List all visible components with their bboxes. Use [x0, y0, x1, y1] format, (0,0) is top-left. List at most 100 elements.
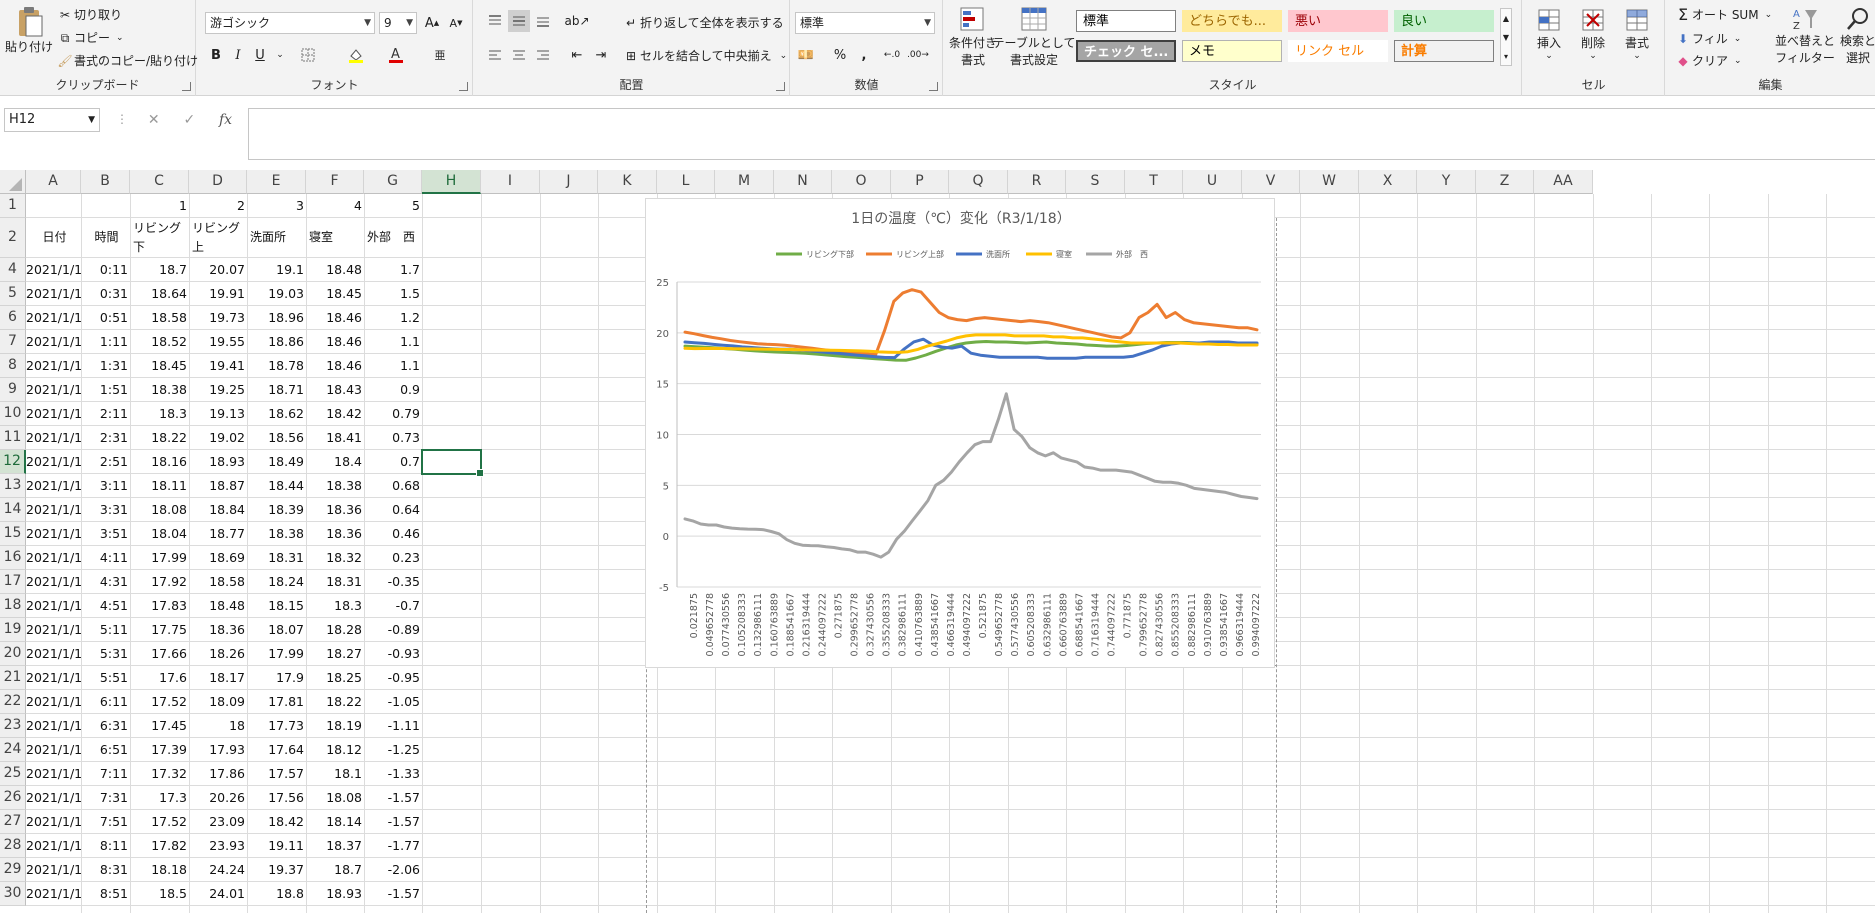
- cell-A23[interactable]: 2021/1/18: [26, 714, 81, 738]
- align-middle-icon[interactable]: [508, 10, 530, 32]
- column-header-T[interactable]: T: [1125, 170, 1183, 194]
- cell-A30[interactable]: 2021/1/18: [26, 882, 81, 906]
- cell-C25[interactable]: 17.32: [130, 762, 189, 786]
- cell-C27[interactable]: 17.52: [130, 810, 189, 834]
- cell-C22[interactable]: 17.52: [130, 690, 189, 714]
- cell-A11[interactable]: 2021/1/18: [26, 426, 81, 450]
- cell-E19[interactable]: 18.07: [247, 618, 306, 642]
- style-note[interactable]: メモ: [1182, 40, 1282, 62]
- cell-E27[interactable]: 18.42: [247, 810, 306, 834]
- column-header-M[interactable]: M: [715, 170, 774, 194]
- cell-E10[interactable]: 18.62: [247, 402, 306, 426]
- chevron-up-icon[interactable]: ▲: [1501, 9, 1511, 28]
- cell-D13[interactable]: 18.87: [189, 474, 247, 498]
- name-box[interactable]: H12 ▼: [4, 108, 100, 132]
- cell-F20[interactable]: 18.27: [306, 642, 364, 666]
- active-cell[interactable]: [421, 449, 484, 477]
- cell-E14[interactable]: 18.39: [247, 498, 306, 522]
- row-header-10[interactable]: 10: [0, 402, 26, 426]
- dialog-launcher-icon[interactable]: [182, 82, 191, 91]
- cell-E1[interactable]: 3: [247, 194, 306, 218]
- cell-E16[interactable]: 18.31: [247, 546, 306, 570]
- cell-C18[interactable]: 17.83: [130, 594, 189, 618]
- cell-B8[interactable]: 1:31: [81, 354, 130, 378]
- row-header-27[interactable]: 27: [0, 810, 26, 834]
- cell-A26[interactable]: 2021/1/18: [26, 786, 81, 810]
- cell-C23[interactable]: 17.45: [130, 714, 189, 738]
- column-header-J[interactable]: J: [540, 170, 598, 194]
- cell-A16[interactable]: 2021/1/18: [26, 546, 81, 570]
- cell-G27[interactable]: -1.57: [364, 810, 422, 834]
- column-header-H[interactable]: H: [422, 170, 481, 194]
- cell-D15[interactable]: 18.77: [189, 522, 247, 546]
- cell-E29[interactable]: 19.37: [247, 858, 306, 882]
- cell-B26[interactable]: 7:31: [81, 786, 130, 810]
- cell-D23[interactable]: 18: [189, 714, 247, 738]
- chevron-down-icon[interactable]: ⌄: [269, 44, 291, 66]
- cell-E30[interactable]: 18.8: [247, 882, 306, 906]
- cell-C15[interactable]: 18.04: [130, 522, 189, 546]
- cut-button[interactable]: ✂ 切り取り: [56, 6, 122, 23]
- style-calculation[interactable]: 計算: [1394, 40, 1494, 62]
- conditional-format-button[interactable]: 条件付き 書式: [949, 6, 997, 68]
- cell-B11[interactable]: 2:31: [81, 426, 130, 450]
- cell-G5[interactable]: 1.5: [364, 282, 422, 306]
- column-header-W[interactable]: W: [1300, 170, 1359, 194]
- cell-C30[interactable]: 18.5: [130, 882, 189, 906]
- cell-F13[interactable]: 18.38: [306, 474, 364, 498]
- cell-G28[interactable]: -1.77: [364, 834, 422, 858]
- style-linked-cell[interactable]: リンク セル: [1288, 40, 1388, 62]
- cell-E24[interactable]: 17.64: [247, 738, 306, 762]
- column-header-P[interactable]: P: [891, 170, 949, 194]
- cell-G19[interactable]: -0.89: [364, 618, 422, 642]
- cell-B23[interactable]: 6:31: [81, 714, 130, 738]
- fill-color-icon[interactable]: [345, 44, 367, 66]
- cell-C26[interactable]: 17.3: [130, 786, 189, 810]
- find-select-button[interactable]: 検索と 選択: [1838, 6, 1875, 66]
- cell-G10[interactable]: 0.79: [364, 402, 422, 426]
- cell-E13[interactable]: 18.44: [247, 474, 306, 498]
- column-header-B[interactable]: B: [81, 170, 130, 194]
- align-left-icon[interactable]: [484, 44, 506, 66]
- cell-D11[interactable]: 19.02: [189, 426, 247, 450]
- cell-E5[interactable]: 19.03: [247, 282, 306, 306]
- cell-G13[interactable]: 0.68: [364, 474, 422, 498]
- function-icon[interactable]: fx: [219, 112, 232, 128]
- cell-F14[interactable]: 18.36: [306, 498, 364, 522]
- cell-B18[interactable]: 4:51: [81, 594, 130, 618]
- cell-B1[interactable]: [81, 194, 130, 218]
- cell-G30[interactable]: -1.57: [364, 882, 422, 906]
- align-right-icon[interactable]: [532, 44, 554, 66]
- row-header-5[interactable]: 5: [0, 282, 26, 306]
- decrease-decimal-icon[interactable]: .00→: [907, 44, 929, 66]
- style-normal[interactable]: 標準: [1076, 10, 1176, 32]
- cell-E26[interactable]: 17.56: [247, 786, 306, 810]
- cell-A6[interactable]: 2021/1/18: [26, 306, 81, 330]
- cell-A7[interactable]: 2021/1/18: [26, 330, 81, 354]
- column-header-Q[interactable]: Q: [949, 170, 1008, 194]
- cell-A19[interactable]: 2021/1/18: [26, 618, 81, 642]
- cell-E18[interactable]: 18.15: [247, 594, 306, 618]
- number-format-select[interactable]: 標準 ▼: [795, 12, 935, 34]
- cell-G25[interactable]: -1.33: [364, 762, 422, 786]
- increase-indent-icon[interactable]: ⇥: [590, 44, 612, 66]
- format-painter-button[interactable]: 🖌 書式のコピー/貼り付け: [56, 52, 198, 69]
- cell-F16[interactable]: 18.32: [306, 546, 364, 570]
- paste-button[interactable]: 貼り付け: [5, 6, 53, 55]
- cell-G23[interactable]: -1.11: [364, 714, 422, 738]
- cell-B20[interactable]: 5:31: [81, 642, 130, 666]
- decrease-indent-icon[interactable]: ⇤: [566, 44, 588, 66]
- row-header-23[interactable]: 23: [0, 714, 26, 738]
- row-header-25[interactable]: 25: [0, 762, 26, 786]
- cell-B16[interactable]: 4:11: [81, 546, 130, 570]
- cell-C29[interactable]: 18.18: [130, 858, 189, 882]
- cell-B13[interactable]: 3:11: [81, 474, 130, 498]
- cell-E9[interactable]: 18.71: [247, 378, 306, 402]
- row-header-9[interactable]: 9: [0, 378, 26, 402]
- cell-F30[interactable]: 18.93: [306, 882, 364, 906]
- copy-button[interactable]: ⧉ コピー ⌄: [56, 29, 124, 46]
- row-header-13[interactable]: 13: [0, 474, 26, 498]
- phonetic-icon[interactable]: 亜: [429, 44, 451, 66]
- cell-F22[interactable]: 18.22: [306, 690, 364, 714]
- column-header-N[interactable]: N: [774, 170, 832, 194]
